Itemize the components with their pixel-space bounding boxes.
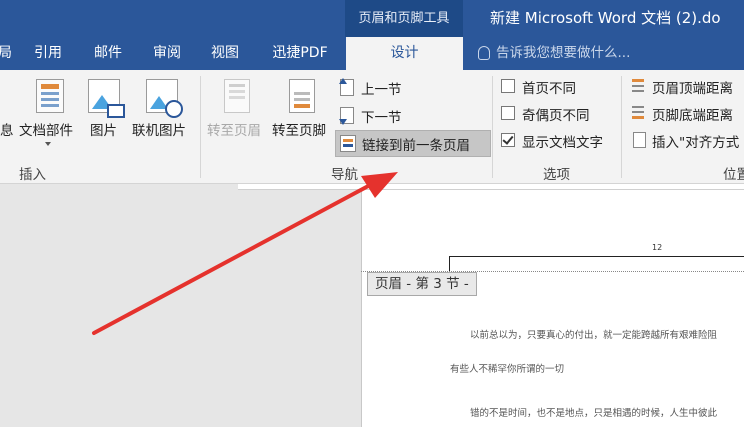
annotation-arrow — [92, 172, 398, 335]
arrow-shaft — [92, 182, 374, 335]
